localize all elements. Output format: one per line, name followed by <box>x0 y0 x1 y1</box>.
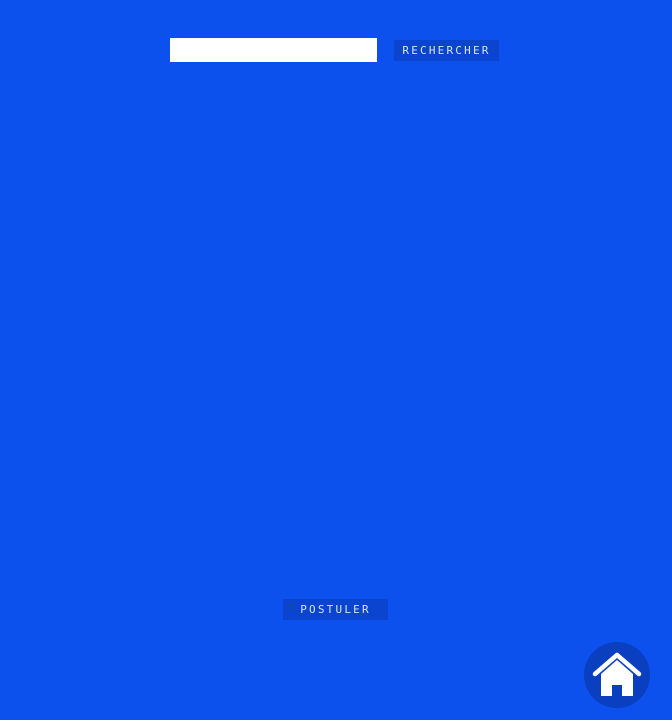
home-button[interactable] <box>584 642 650 708</box>
apply-button[interactable]: POSTULER <box>283 599 388 620</box>
search-input[interactable] <box>170 38 377 62</box>
page: RECHERCHER POSTULER <box>0 0 672 720</box>
home-icon <box>591 650 643 700</box>
search-button[interactable]: RECHERCHER <box>394 40 499 61</box>
